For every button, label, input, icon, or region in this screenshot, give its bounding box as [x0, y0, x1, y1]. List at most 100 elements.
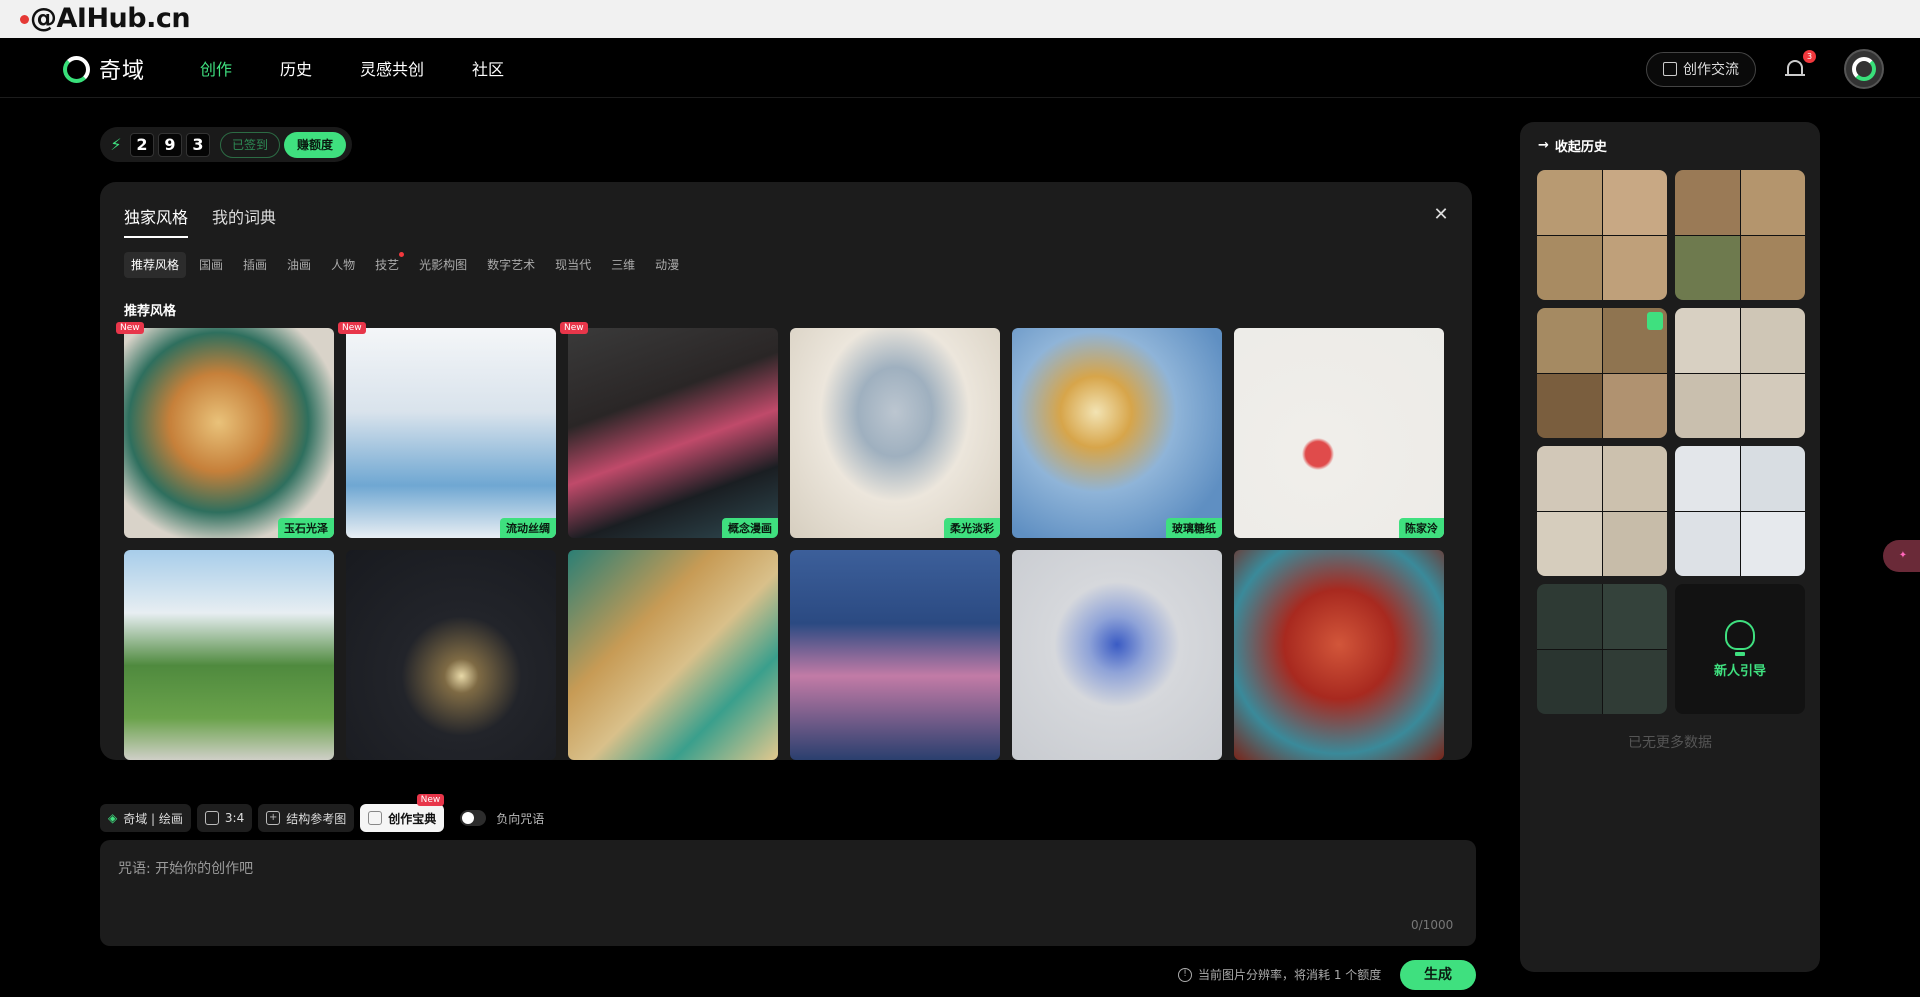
- notification-bell[interactable]: 3: [1784, 50, 1816, 80]
- model-selector-button[interactable]: ◈ 奇域 | 绘画: [100, 804, 191, 832]
- style-tile[interactable]: New 概念漫画: [560, 322, 778, 538]
- credit-digit: 9: [158, 132, 182, 157]
- newbie-guide-card[interactable]: 新人引导: [1675, 584, 1805, 714]
- red-dot-icon: [399, 252, 405, 257]
- style-tile[interactable]: [568, 550, 778, 760]
- history-item[interactable]: [1537, 170, 1667, 300]
- logo-text: 奇域: [99, 59, 146, 84]
- new-badge: New: [338, 322, 366, 334]
- style-image: [124, 550, 334, 760]
- style-tile[interactable]: 陈家泠: [1234, 328, 1444, 538]
- style-image: [1012, 328, 1222, 538]
- style-tile[interactable]: New 流动丝绸: [338, 322, 556, 538]
- style-label: 流动丝绸: [500, 518, 556, 538]
- category-chip[interactable]: 动漫: [648, 252, 686, 278]
- ratio-icon: [204, 811, 219, 825]
- info-icon: !: [1178, 967, 1192, 982]
- negative-prompt-label: 负向咒语: [496, 811, 545, 826]
- category-chip[interactable]: 现当代: [548, 252, 598, 278]
- style-image: [1234, 550, 1444, 760]
- category-chip-technique[interactable]: 技艺: [368, 252, 406, 278]
- nav-create[interactable]: 创作: [200, 56, 232, 80]
- negative-prompt-toggle[interactable]: [460, 810, 487, 826]
- style-tile[interactable]: New 玉石光泽: [116, 322, 334, 538]
- creation-guide-label: 创作宝典: [388, 811, 437, 826]
- style-grid: New 玉石光泽 New 流动丝绸 New 概念漫画 柔光淡彩 玻璃糖纸 陈家泠: [116, 322, 1444, 760]
- new-badge: New: [560, 322, 588, 334]
- translate-float-icon[interactable]: ✦: [1883, 540, 1920, 572]
- history-item[interactable]: [1675, 308, 1805, 438]
- category-chip[interactable]: 国画: [192, 252, 230, 278]
- main-nav: 创作 历史 灵感共创 社区: [200, 38, 552, 98]
- lightning-icon: ⚡: [110, 135, 122, 154]
- category-chip[interactable]: 数字艺术: [480, 252, 542, 278]
- style-tile[interactable]: 柔光淡彩: [790, 328, 1000, 538]
- char-counter: 0/1000: [1411, 918, 1454, 932]
- user-avatar[interactable]: [1844, 49, 1884, 89]
- credit-digit: 2: [130, 132, 154, 157]
- model-label: 奇域 | 绘画: [123, 811, 183, 826]
- generate-button[interactable]: 生成: [1400, 960, 1476, 990]
- style-image: [124, 328, 334, 538]
- close-icon[interactable]: ✕: [1432, 206, 1450, 224]
- credits-bar: ⚡ 2 9 3 已签到 赚额度: [100, 127, 353, 162]
- ratio-label: 3:4: [224, 811, 245, 825]
- history-item[interactable]: [1675, 170, 1805, 300]
- style-image: [790, 328, 1000, 538]
- category-chip[interactable]: 三维: [604, 252, 642, 278]
- style-image: [1234, 328, 1444, 538]
- reference-label: 结构参考图: [286, 811, 347, 826]
- tab-exclusive-styles[interactable]: 独家风格: [124, 204, 189, 238]
- nav-history[interactable]: 历史: [280, 56, 312, 80]
- collapse-history-button[interactable]: → 收起历史: [1538, 136, 1607, 155]
- earn-credits-button[interactable]: 赚额度: [284, 131, 347, 158]
- history-panel: → 收起历史 新人引导 已无更多数据: [1520, 122, 1820, 972]
- style-tile[interactable]: [790, 550, 1000, 760]
- watermark-bar: @AIHub.cn: [0, 0, 1920, 38]
- category-chip[interactable]: 人物: [324, 252, 362, 278]
- prompt-input[interactable]: [100, 840, 1476, 946]
- style-label: 柔光淡彩: [944, 518, 1000, 538]
- creation-exchange-label: 创作交流: [1683, 62, 1739, 78]
- nav-inspiration[interactable]: 灵感共创: [360, 56, 424, 80]
- credit-digit: 3: [186, 132, 210, 157]
- bookmark-icon[interactable]: [1647, 312, 1663, 330]
- style-tile[interactable]: [1234, 550, 1444, 760]
- style-label: 玉石光泽: [278, 518, 334, 538]
- category-chip[interactable]: 油画: [280, 252, 318, 278]
- book-icon: [368, 811, 383, 825]
- category-chip[interactable]: 推荐风格: [124, 252, 187, 278]
- history-item[interactable]: [1537, 308, 1667, 438]
- style-tabs: 独家风格 我的词典: [124, 204, 276, 238]
- red-dot-icon: [20, 15, 29, 24]
- logo-icon: [63, 55, 90, 83]
- scan-icon: [1663, 62, 1677, 76]
- structure-reference-button[interactable]: + 结构参考图: [258, 804, 355, 832]
- tab-my-dictionary[interactable]: 我的词典: [212, 204, 276, 238]
- history-item[interactable]: [1675, 446, 1805, 576]
- logo[interactable]: 奇域: [63, 53, 145, 85]
- history-item[interactable]: [1537, 584, 1667, 714]
- category-chips: 推荐风格 国画 插画 油画 人物 技艺 光影构图 数字艺术 现当代 三维 动漫: [124, 252, 686, 278]
- creation-guide-button[interactable]: 创作宝典 New: [360, 794, 445, 832]
- add-icon: +: [266, 811, 281, 825]
- notification-badge: 3: [1803, 50, 1816, 63]
- history-item[interactable]: [1537, 446, 1667, 576]
- nav-community[interactable]: 社区: [472, 56, 504, 80]
- style-image: [790, 550, 1000, 760]
- bell-icon: [1787, 60, 1803, 75]
- style-tile[interactable]: [124, 550, 334, 760]
- header-actions: 创作交流 3: [1646, 49, 1884, 89]
- lightbulb-icon: [1725, 619, 1755, 656]
- style-tile[interactable]: [1012, 550, 1222, 760]
- aspect-ratio-button[interactable]: 3:4: [196, 804, 253, 832]
- style-image: [568, 550, 778, 760]
- no-more-data: 已无更多数据: [1628, 735, 1712, 751]
- category-chip[interactable]: 光影构图: [412, 252, 474, 278]
- creation-exchange-button[interactable]: 创作交流: [1646, 51, 1756, 87]
- style-tile[interactable]: [346, 550, 556, 760]
- category-chip[interactable]: 插画: [236, 252, 274, 278]
- section-title: 推荐风格: [124, 304, 177, 319]
- layers-icon: ◈: [108, 811, 118, 825]
- style-tile[interactable]: 玻璃糖纸: [1012, 328, 1222, 538]
